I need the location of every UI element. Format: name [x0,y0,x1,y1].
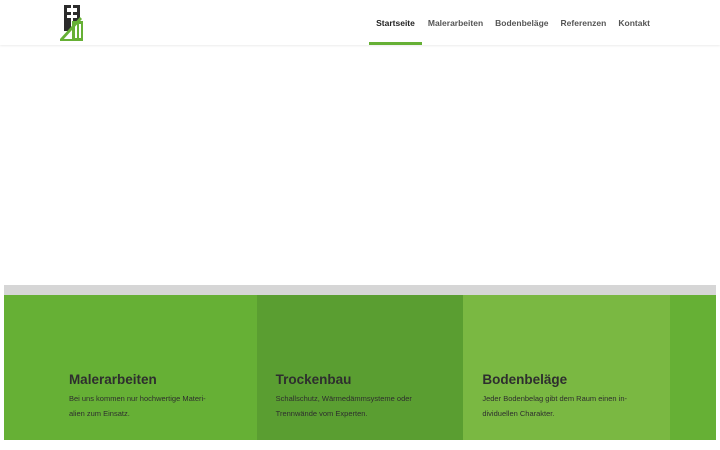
company-logo[interactable] [58,3,88,43]
logo-mark-icon [60,5,83,41]
service-description: Bei uns kommen nur hochwertige Materi- a… [68,394,206,418]
nav-item-bodenbelaege[interactable]: Bodenbeläge [489,0,554,45]
service-card-bodenbelaege[interactable]: Bodenbeläge Jeder Bodenbelag gibt dem Ra… [463,295,671,440]
service-title: Trockenbau [275,372,352,387]
section-divider [4,285,716,295]
service-card-malerarbeiten[interactable]: Malerarbeiten Bei uns kommen nur hochwer… [49,295,257,440]
service-title: Malerarbeiten [68,372,157,387]
nav-item-referenzen[interactable]: Referenzen [555,0,613,45]
nav-item-kontakt[interactable]: Kontakt [612,0,656,45]
services-section: Malerarbeiten Bei uns kommen nur hochwer… [4,295,716,440]
main-navigation: Startseite Malerarbeiten Bodenbeläge Ref… [369,0,656,45]
nav-item-startseite[interactable]: Startseite [369,0,422,45]
service-description: Jeder Bodenbelag gibt dem Raum einen in-… [482,394,628,418]
service-title: Bodenbeläge [482,372,568,387]
services-edge-left [4,295,50,440]
service-card-trockenbau[interactable]: Trockenbau Schallschutz, Wärmedämmsystem… [256,295,464,440]
services-edge-right [670,295,716,440]
nav-item-malerarbeiten[interactable]: Malerarbeiten [422,0,489,45]
service-description: Schallschutz, Wärmedämmsysteme oder Tren… [275,394,412,418]
site-header: Startseite Malerarbeiten Bodenbeläge Ref… [0,0,720,45]
